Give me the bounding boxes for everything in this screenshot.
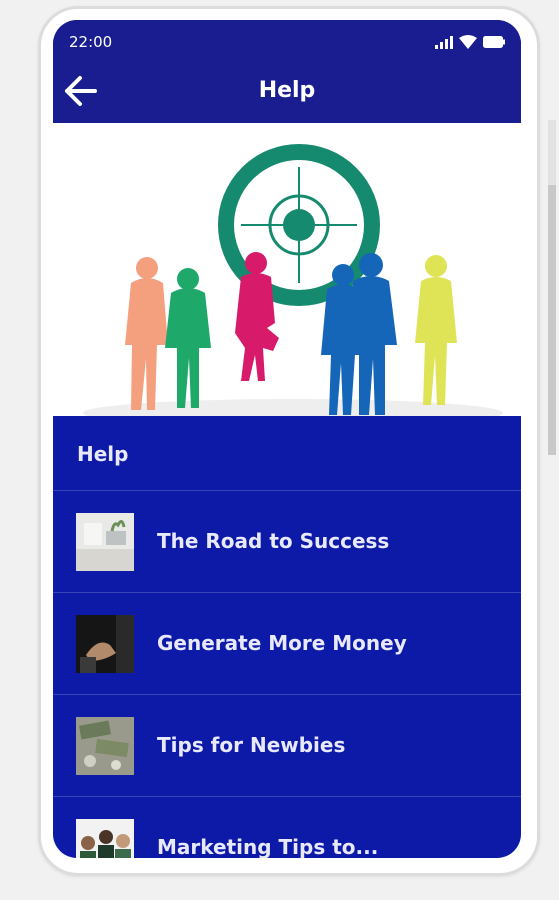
list-header-label: Help <box>77 442 129 466</box>
list-item-label: Marketing Tips to... <box>157 835 379 858</box>
app-screen: 22:00 Help Help The Road to Success Gene… <box>53 20 521 858</box>
page-title: Help <box>258 78 316 103</box>
list-item-label: The Road to Success <box>157 529 390 553</box>
scrollbar-thumb[interactable] <box>548 185 556 455</box>
money-photo-thumbnail <box>76 717 134 775</box>
help-list: Help The Road to Success Generate More M… <box>53 416 521 858</box>
status-time: 22:00 <box>69 33 113 51</box>
status-icons <box>435 35 505 49</box>
handshake-photo-thumbnail <box>76 615 134 673</box>
wifi-icon <box>459 35 477 49</box>
team-photo-thumbnail <box>76 819 134 858</box>
list-item[interactable]: Generate More Money <box>53 593 521 695</box>
app-header: Help <box>53 60 521 123</box>
list-header: Help <box>53 416 521 491</box>
list-item[interactable]: The Road to Success <box>53 491 521 593</box>
status-bar: 22:00 <box>53 20 521 60</box>
battery-icon <box>483 36 505 48</box>
list-item[interactable]: Tips for Newbies <box>53 695 521 797</box>
desk-photo-thumbnail <box>76 513 134 571</box>
list-item-label: Tips for Newbies <box>157 733 346 757</box>
signal-icon <box>435 35 453 49</box>
hero-image <box>53 123 521 416</box>
list-item-label: Generate More Money <box>157 631 407 655</box>
list-item[interactable]: Marketing Tips to... <box>53 797 521 858</box>
hero-illustration <box>53 123 521 416</box>
